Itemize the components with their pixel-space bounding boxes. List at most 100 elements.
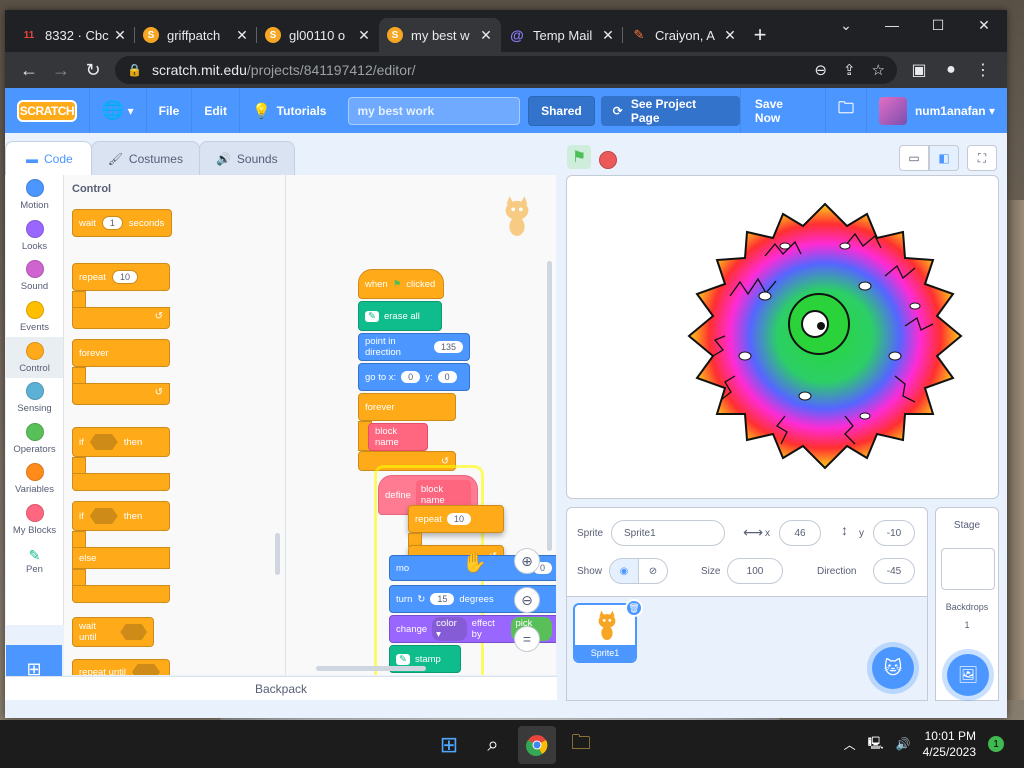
browser-tab-active[interactable]: S my best w ✕	[379, 18, 501, 52]
browser-tab[interactable]: ✎ Craiyon, A ✕	[623, 18, 745, 52]
wait-until-block[interactable]: wait until	[72, 617, 154, 647]
show-visible-button[interactable]: ◉	[609, 558, 639, 584]
repeat-block-dragging[interactable]: repeat 10	[408, 505, 504, 533]
close-tab-icon[interactable]: ✕	[601, 27, 615, 44]
block-input[interactable]: 135	[433, 341, 463, 353]
tab-sounds[interactable]: 🔊 Sounds	[198, 141, 295, 175]
condition-slot[interactable]	[132, 664, 161, 675]
category-control[interactable]: Control	[6, 337, 63, 378]
scratch-logo[interactable]: SCRATCH	[17, 99, 77, 122]
category-variables[interactable]: Variables	[6, 459, 63, 500]
browser-tab[interactable]: 11 8332 · Cbc ✕	[13, 18, 135, 52]
chrome-icon[interactable]	[518, 726, 556, 764]
backpack-bar[interactable]: Backpack	[5, 676, 557, 700]
close-tab-icon[interactable]: ✕	[235, 27, 249, 44]
zoom-out-button[interactable]: ⊖	[514, 587, 540, 613]
condition-slot[interactable]	[120, 624, 147, 640]
stop-button[interactable]	[599, 151, 617, 169]
script-area[interactable]: when ⚑ clicked ✎ erase all point in directi…	[286, 175, 556, 675]
repeat-block[interactable]: repeat 10	[72, 263, 170, 291]
share-icon[interactable]: ⇪	[843, 61, 856, 79]
my-stuff-folder-icon[interactable]: 🗀	[824, 88, 866, 133]
block-input[interactable]: 10	[111, 270, 138, 284]
maximize-button[interactable]: ☐	[915, 10, 961, 40]
minimize-button[interactable]: —	[869, 10, 915, 40]
script-vertical-scrollbar[interactable]	[547, 261, 552, 551]
clock[interactable]: 10:01 PM 4/25/2023	[923, 728, 976, 760]
point-in-direction-block[interactable]: point in direction 135	[358, 333, 470, 361]
network-icon[interactable]: 🖳	[868, 734, 884, 755]
tab-code[interactable]: ▬ Code	[5, 141, 92, 175]
block-input[interactable]: 10	[446, 513, 471, 525]
save-now-button[interactable]: Save Now	[739, 88, 825, 133]
category-sensing[interactable]: Sensing	[6, 378, 63, 419]
close-tab-icon[interactable]: ✕	[113, 27, 127, 44]
notification-badge[interactable]: 1	[988, 736, 1004, 752]
palette-scrollbar[interactable]	[275, 533, 280, 575]
forever-block[interactable]: forever	[358, 393, 456, 421]
stage-canvas[interactable]	[566, 175, 999, 499]
back-button[interactable]: ←	[13, 54, 45, 86]
sprite-name-input[interactable]: Sprite1	[611, 520, 725, 546]
block-input[interactable]: 15	[430, 593, 455, 605]
condition-slot[interactable]	[89, 434, 118, 450]
repeat-until-block[interactable]: repeat until	[72, 659, 170, 675]
project-title-input[interactable]: my best work	[348, 96, 521, 125]
y-input[interactable]: -10	[873, 520, 915, 546]
erase-all-block[interactable]: ✎ erase all	[358, 301, 442, 331]
address-bar[interactable]: 🔒 scratch.mit.edu/projects/841197412/edi…	[115, 56, 897, 84]
category-motion[interactable]: Motion	[6, 175, 63, 216]
direction-input[interactable]: -45	[873, 558, 915, 584]
backdrop-thumbnail[interactable]	[941, 548, 995, 590]
language-menu[interactable]: 🌐 ▾	[88, 88, 146, 133]
block-name-call[interactable]: block name	[368, 423, 428, 451]
edit-menu[interactable]: Edit	[191, 88, 239, 133]
if-else-block[interactable]: if then	[72, 501, 170, 531]
close-window-button[interactable]: ✕	[961, 10, 1007, 40]
block-input[interactable]: 1	[101, 216, 123, 230]
reload-button[interactable]: ↻	[77, 54, 109, 86]
browser-tab[interactable]: S gl00110 o ✕	[257, 18, 379, 52]
category-pen[interactable]: ✎ Pen	[6, 540, 63, 581]
lock-icon[interactable]: 🔒	[127, 63, 142, 77]
add-backdrop-button[interactable]: 🖼	[947, 654, 989, 696]
shared-button[interactable]: Shared	[528, 95, 595, 126]
condition-slot[interactable]	[89, 508, 118, 524]
category-operators[interactable]: Operators	[6, 419, 63, 460]
menu-icon[interactable]: ⋮	[967, 60, 999, 80]
category-sound[interactable]: Sound	[6, 256, 63, 297]
forever-block[interactable]: forever	[72, 339, 170, 367]
side-panel-icon[interactable]: ▣	[903, 60, 935, 80]
size-input[interactable]: 100	[727, 558, 783, 584]
file-explorer-icon[interactable]: 🗀	[562, 726, 600, 764]
show-hidden-icons-icon[interactable]: ︿	[844, 736, 856, 753]
close-tab-icon[interactable]: ✕	[357, 27, 371, 44]
fullscreen-button[interactable]: ⛶	[967, 145, 997, 171]
windows-start-icon[interactable]: ⊞	[430, 726, 468, 764]
browser-tab[interactable]: S griffpatch ✕	[135, 18, 257, 52]
search-icon[interactable]: ⌕	[474, 726, 512, 764]
block-input[interactable]: 0	[437, 371, 457, 383]
profile-icon[interactable]: ●	[935, 61, 967, 79]
zoom-icon[interactable]: ⊖	[814, 61, 827, 79]
zoom-reset-button[interactable]: =	[514, 626, 540, 652]
close-tab-icon[interactable]: ✕	[479, 27, 493, 44]
script-horizontal-scrollbar[interactable]	[316, 666, 426, 671]
normal-stage-button[interactable]: ◧	[929, 145, 959, 171]
show-hidden-button[interactable]: ⊘	[638, 558, 668, 584]
category-looks[interactable]: Looks	[6, 216, 63, 257]
see-project-page-button[interactable]: ⟳ See Project Page	[600, 95, 740, 126]
tab-search-icon[interactable]: ⌄	[823, 10, 869, 40]
new-tab-button[interactable]: +	[745, 18, 775, 52]
stage-selector[interactable]: Stage Backdrops 1 🖼	[935, 507, 999, 701]
file-menu[interactable]: File	[145, 88, 192, 133]
browser-tab[interactable]: @ Temp Mail ✕	[501, 18, 623, 52]
category-events[interactable]: Events	[6, 297, 63, 338]
x-input[interactable]: 46	[779, 520, 821, 546]
when-flag-clicked-block[interactable]: when ⚑ clicked	[358, 269, 444, 299]
forward-button[interactable]: →	[45, 54, 77, 86]
go-to-xy-block[interactable]: go to x: 0 y: 0	[358, 363, 470, 391]
if-then-block[interactable]: if then	[72, 427, 170, 457]
small-stage-button[interactable]: ▭	[899, 145, 929, 171]
wait-block[interactable]: wait 1 seconds	[72, 209, 172, 237]
